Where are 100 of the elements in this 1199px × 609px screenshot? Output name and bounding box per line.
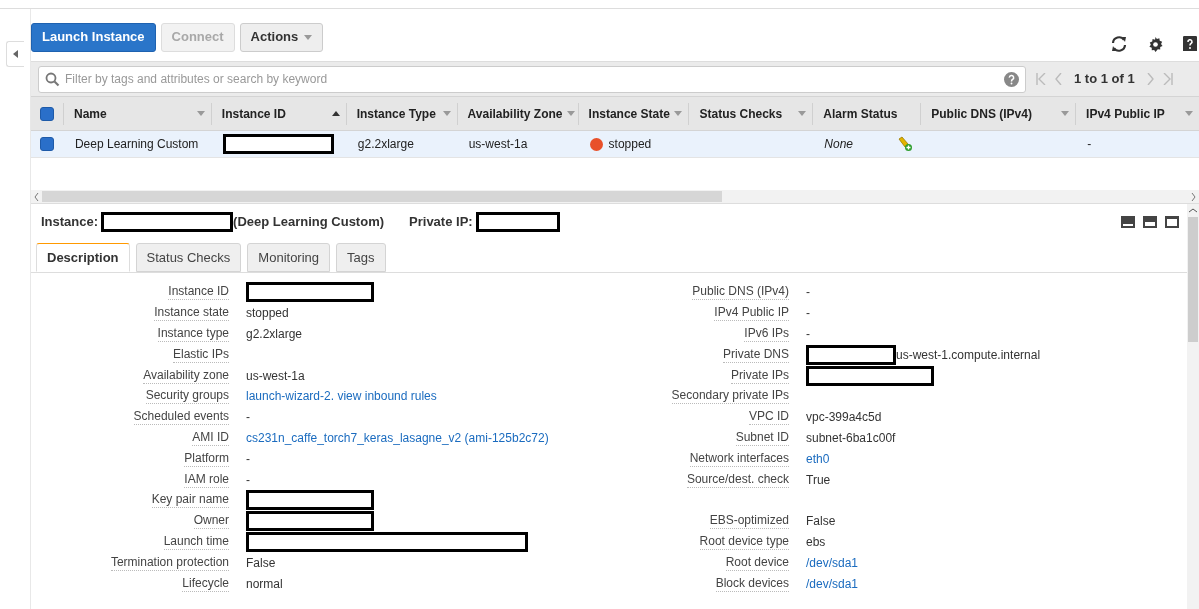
column-header[interactable]: Instance ID — [210, 102, 346, 125]
field-value: - — [806, 305, 810, 323]
table-cell-text: us-west-1a — [468, 136, 528, 153]
column-header[interactable]: Availability Zone — [456, 102, 578, 125]
field-value: vpc-399a4c5d — [806, 409, 882, 427]
field-label: Public DNS (IPv4) — [692, 284, 789, 301]
field-label: Owner — [193, 513, 229, 530]
instance-label: Instance: — [41, 213, 99, 232]
link[interactable]: launch-wizard-2 — [246, 387, 331, 406]
field-label: Security groups — [145, 388, 229, 405]
panel-layout-icon[interactable] — [1165, 216, 1179, 228]
field-label: AMI ID — [192, 429, 229, 446]
toolbar-button[interactable]: Launch Instance — [31, 22, 156, 52]
table-cell-text: None — [824, 136, 853, 153]
field-label: Private IPs — [730, 367, 789, 384]
field-value: False — [246, 554, 276, 572]
field-value: us-west-1a — [246, 367, 305, 385]
field-label: Elastic IPs — [173, 346, 229, 363]
caret-icon — [442, 111, 451, 116]
field-value: subnet-6ba1c00f — [806, 429, 896, 447]
separator: . — [330, 388, 336, 406]
table-cell-text: g2.2xlarge — [357, 136, 414, 153]
instance-name: (Deep Learning Custom) — [233, 213, 385, 232]
column-header[interactable]: Instance Type — [345, 102, 457, 125]
tab[interactable]: Description — [36, 243, 130, 272]
field-label: Availability zone — [143, 367, 229, 384]
field-label: Secondary private IPs — [671, 388, 789, 405]
field-value: False — [806, 513, 836, 531]
vertical-scrollbar[interactable] — [1187, 204, 1199, 609]
field-label: IAM role — [184, 471, 229, 488]
field-value: True — [806, 471, 831, 489]
link[interactable]: eth0 — [806, 449, 830, 468]
tab[interactable]: Monitoring — [247, 243, 331, 272]
actions-menu-button[interactable]: Actions — [239, 22, 324, 52]
field-value: ebs — [806, 533, 826, 551]
field-value: normal — [246, 575, 283, 593]
field-label: Block devices — [715, 575, 789, 592]
sort-ascending-icon[interactable] — [331, 111, 340, 116]
search-icon — [45, 71, 60, 87]
column-header[interactable]: Instance State — [577, 102, 689, 125]
caret-icon — [674, 111, 683, 116]
field-label: Subnet ID — [735, 429, 789, 446]
field-label: Instance type — [157, 326, 229, 342]
field-label: Lifecycle — [182, 575, 229, 592]
field-label: Root device — [725, 554, 789, 571]
column-header[interactable]: Name — [62, 102, 211, 125]
link[interactable]: /dev/sda1 — [806, 553, 859, 572]
field-label: Termination protection — [110, 554, 229, 571]
scrollbar-thumb[interactable] — [1188, 217, 1198, 342]
column-header[interactable]: Alarm Status — [812, 102, 921, 125]
panel-layout-icon[interactable] — [1121, 216, 1135, 228]
checkbox[interactable] — [39, 137, 54, 151]
field-label: IPv4 Public IP — [714, 305, 789, 322]
pagination-text: 1 to 1 of 1 — [1074, 70, 1135, 89]
tab[interactable]: Tags — [336, 243, 386, 272]
help-icon[interactable] — [1183, 36, 1197, 52]
field-label: Launch time — [163, 533, 229, 550]
checkbox[interactable] — [40, 106, 54, 121]
caret-icon — [798, 111, 807, 116]
column-header[interactable]: Status Checks — [688, 102, 813, 125]
field-label: Root device type — [699, 533, 789, 550]
field-label: IPv6 IPs — [744, 326, 789, 342]
settings-icon[interactable] — [1148, 36, 1163, 52]
table-cell-text: Deep Learning Custom — [74, 136, 199, 153]
link[interactable]: cs231n_caffe_torch7_keras_lasagne_v2 (ami-125b2c72) — [246, 428, 549, 447]
field-label: Scheduled events — [133, 409, 229, 426]
scrollbar-thumb[interactable] — [42, 191, 722, 202]
search-field[interactable]: Filter by tags and attributes or search by keyword — [65, 70, 999, 88]
scroll-right-icon[interactable] — [1191, 192, 1196, 201]
column-header[interactable]: IPv4 Public IP — [1075, 102, 1199, 125]
refresh-icon[interactable] — [1110, 36, 1128, 52]
field-label: Key pair name — [151, 492, 229, 509]
link[interactable]: view inbound rules — [337, 387, 437, 406]
column-header[interactable]: Public DNS (IPv4) — [920, 102, 1076, 125]
search-box[interactable]: Filter by tags and attributes or search by keyword — [38, 65, 1026, 93]
field-label: Network interfaces — [689, 450, 789, 467]
caret-icon — [304, 34, 313, 40]
field-value: - — [806, 284, 810, 302]
table-row[interactable]: Deep Learning Custom g2.2xlarge us-west-1a stopped None - — [31, 131, 1199, 158]
link[interactable]: /dev/sda1 — [806, 574, 859, 593]
field-label: Platform — [184, 450, 229, 467]
field-value: - — [246, 471, 250, 489]
field-value: - — [246, 450, 250, 468]
table-cell-text: - — [1087, 136, 1092, 153]
bell-plus-icon[interactable] — [897, 136, 913, 152]
horizontal-scrollbar[interactable] — [31, 190, 1199, 203]
scroll-up-icon[interactable] — [1189, 208, 1197, 213]
field-label: VPC ID — [749, 409, 789, 426]
field-value: g2.2xlarge — [246, 326, 303, 343]
caret-icon — [1185, 111, 1193, 116]
scroll-left-icon[interactable] — [34, 192, 39, 201]
field-label: EBS-optimized — [709, 513, 789, 530]
field-label: Instance ID — [168, 284, 229, 301]
panel-layout-icon[interactable] — [1143, 216, 1157, 228]
field-label: Source/dest. check — [686, 471, 789, 488]
caret-icon — [196, 111, 205, 116]
field-value: - — [806, 326, 810, 343]
field-value: us-west-1.compute.internal — [896, 346, 1041, 364]
collapse-panel-tab[interactable] — [6, 41, 24, 67]
tab[interactable]: Status Checks — [135, 243, 242, 272]
